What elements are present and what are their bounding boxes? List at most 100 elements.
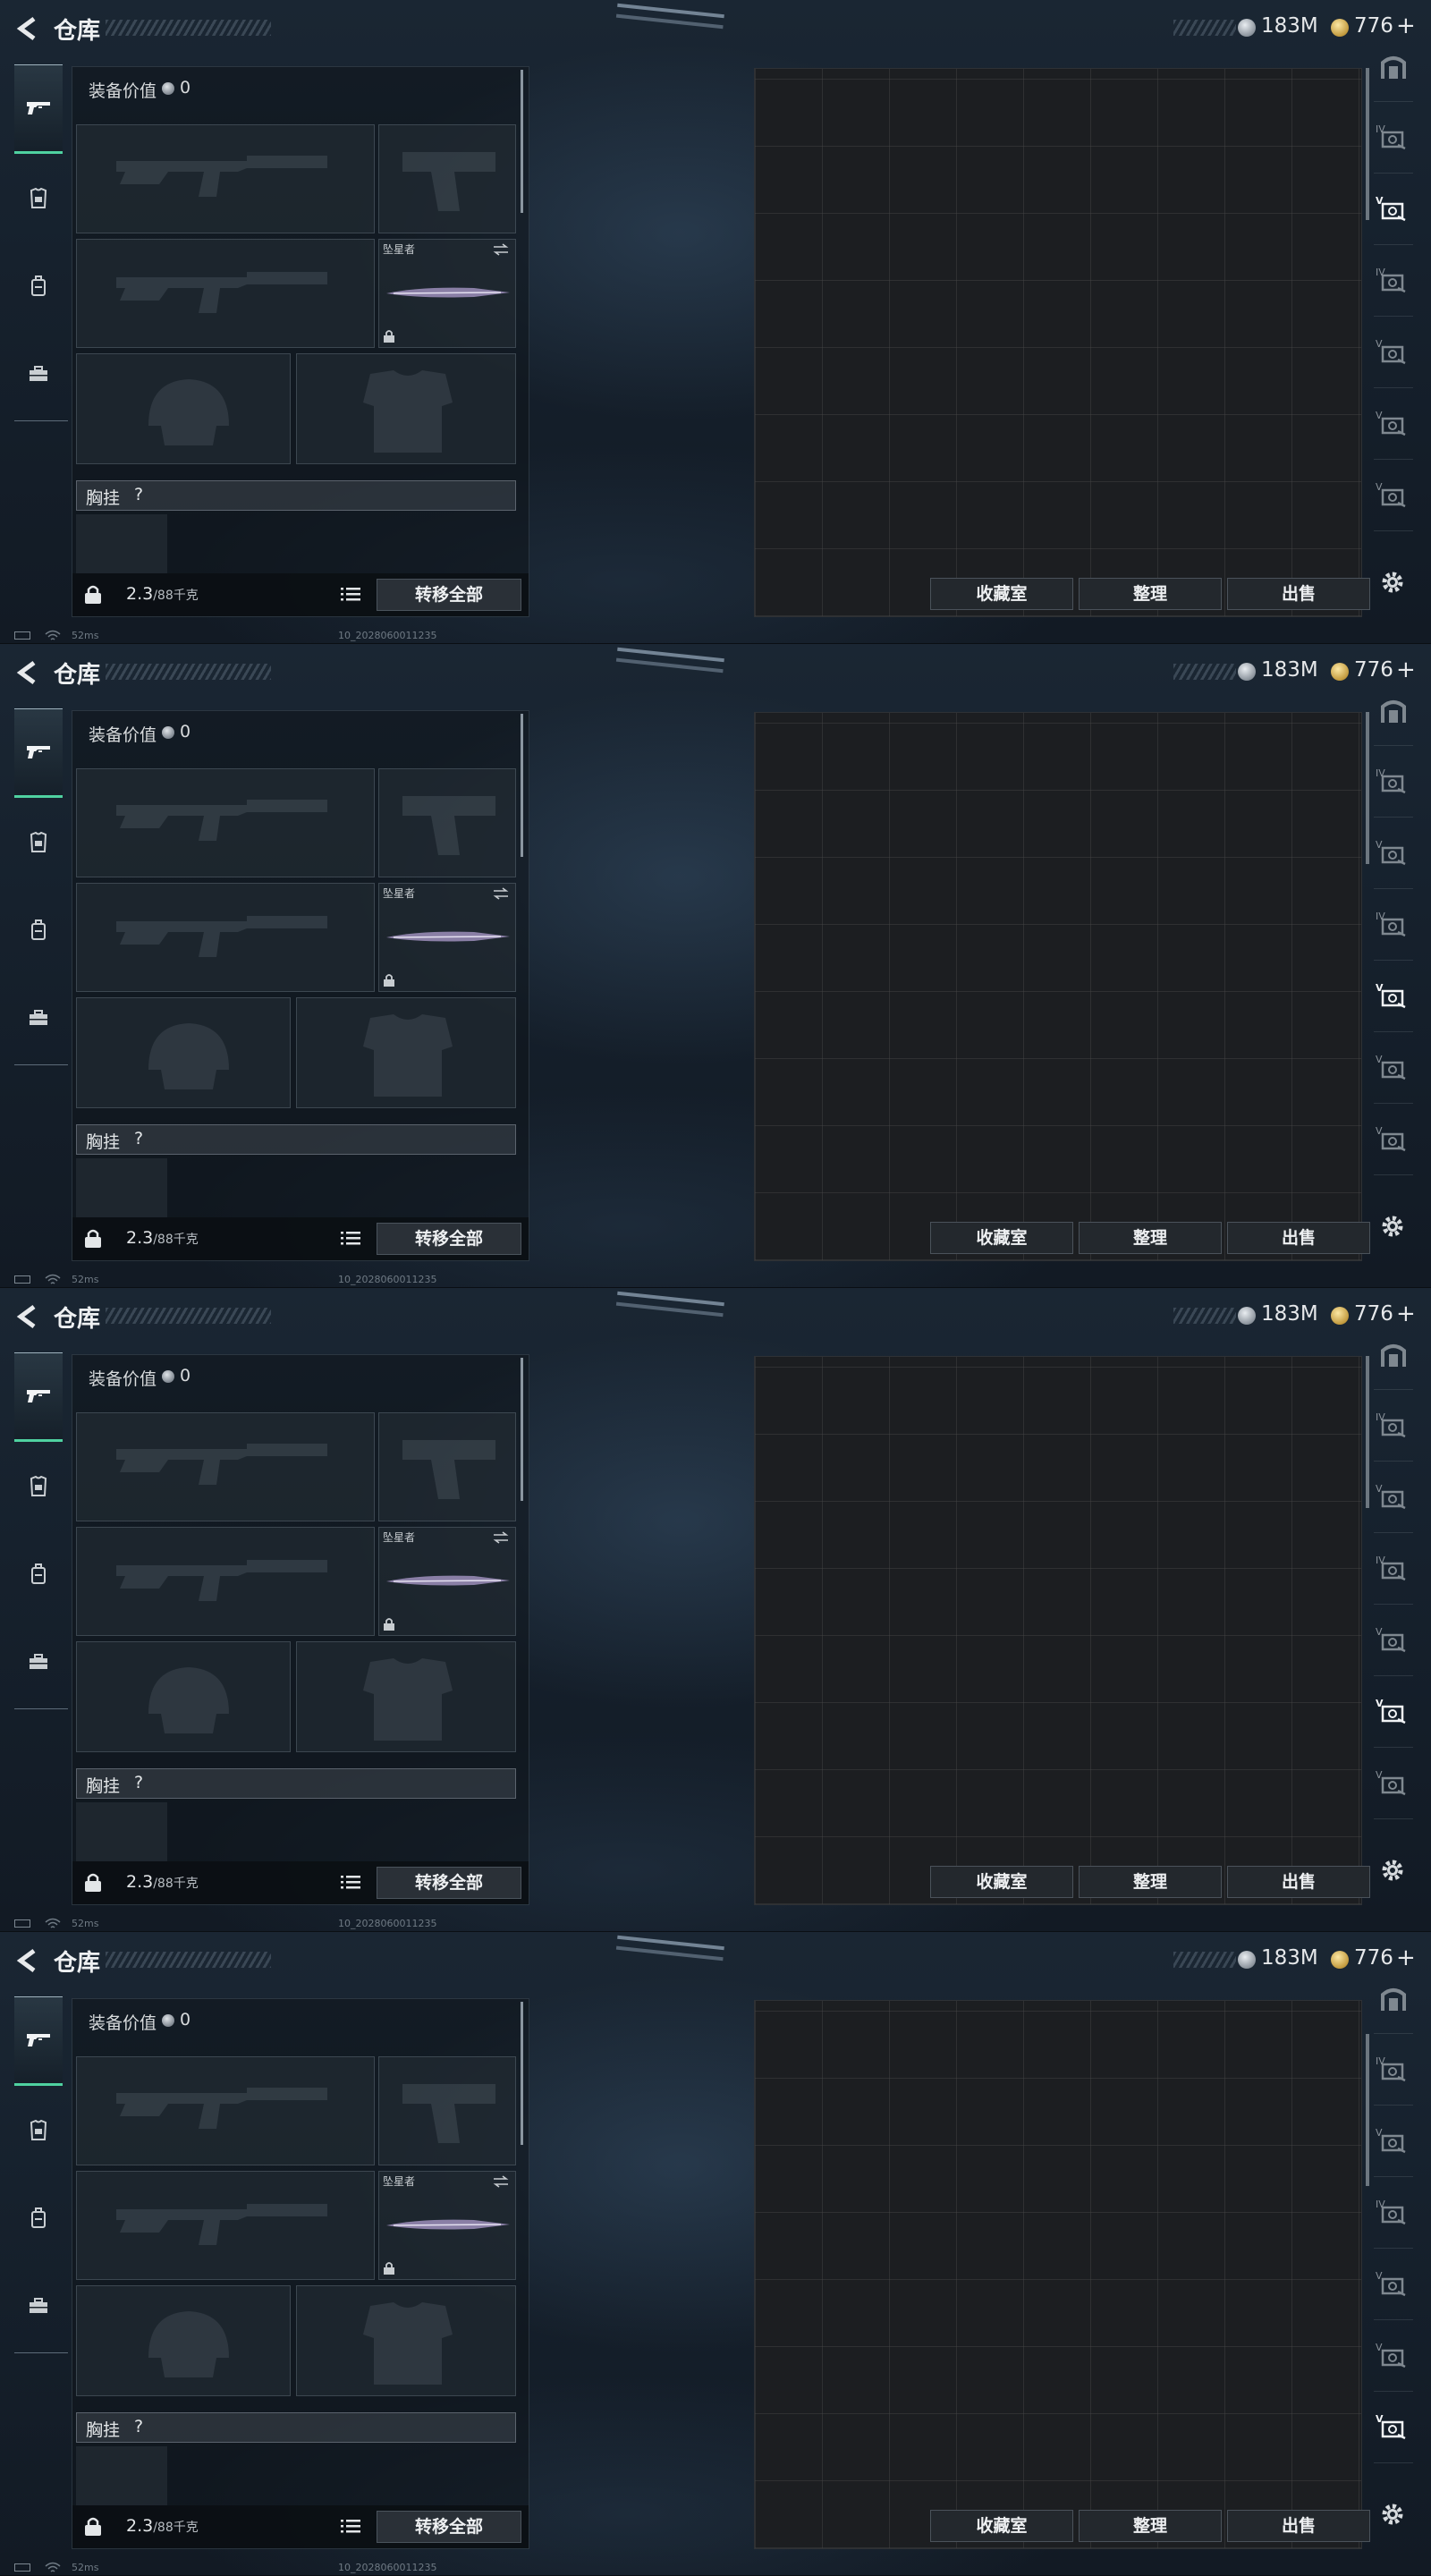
sidearm-slot[interactable] — [378, 124, 516, 233]
storage-tab-3[interactable]: V — [1374, 2107, 1413, 2177]
swap-icon[interactable] — [492, 243, 510, 256]
tab-backpack[interactable] — [14, 245, 63, 327]
sidearm-slot[interactable] — [378, 768, 516, 877]
storage-tab-4[interactable]: IV — [1374, 247, 1413, 317]
tab-weapons[interactable] — [14, 1352, 63, 1442]
list-icon[interactable] — [341, 2518, 360, 2534]
sort-button[interactable]: 整理 — [1079, 578, 1222, 610]
back-arrow-icon[interactable] — [16, 16, 38, 41]
gear-icon[interactable] — [1379, 569, 1406, 596]
help-icon[interactable]: ? — [134, 1129, 143, 1148]
tab-backpack[interactable] — [14, 889, 63, 971]
storage-tab-6[interactable]: V — [1374, 1034, 1413, 1104]
primary-weapon-slot[interactable] — [76, 2056, 375, 2165]
tab-case[interactable] — [14, 333, 63, 415]
tab-armor[interactable] — [14, 801, 63, 884]
tab-backpack[interactable] — [14, 2177, 63, 2259]
warehouse-grid[interactable] — [754, 68, 1362, 617]
secondary-weapon-slot[interactable] — [76, 239, 375, 348]
sort-button[interactable]: 整理 — [1079, 1866, 1222, 1898]
chest-rig-header[interactable]: 胸挂 ? — [76, 2412, 516, 2443]
equipment-scrollbar[interactable] — [521, 1358, 523, 1501]
storage-tab-1[interactable] — [1374, 1964, 1413, 2034]
transfer-all-button[interactable]: 转移全部 — [377, 2511, 521, 2543]
tab-case[interactable] — [14, 2265, 63, 2347]
help-icon[interactable]: ? — [134, 1773, 143, 1792]
melee-slot[interactable]: 坠星者 — [378, 2171, 516, 2280]
storage-tab-1[interactable] — [1374, 32, 1413, 102]
chest-rig-slot[interactable] — [76, 2446, 167, 2505]
swap-icon[interactable] — [492, 1531, 510, 1544]
sell-button[interactable]: 出售 — [1227, 578, 1370, 610]
warehouse-scrollbar[interactable] — [1366, 68, 1369, 605]
chest-rig-header[interactable]: 胸挂 ? — [76, 480, 516, 511]
secondary-weapon-slot[interactable] — [76, 883, 375, 992]
helmet-slot[interactable] — [76, 1641, 291, 1752]
tab-weapons[interactable] — [14, 708, 63, 798]
tab-armor[interactable] — [14, 157, 63, 240]
back-arrow-icon[interactable] — [16, 660, 38, 685]
list-icon[interactable] — [341, 1230, 360, 1246]
list-icon[interactable] — [341, 1874, 360, 1890]
transfer-all-button[interactable]: 转移全部 — [377, 579, 521, 611]
helmet-slot[interactable] — [76, 353, 291, 464]
primary-weapon-slot[interactable] — [76, 1412, 375, 1521]
storage-tab-3[interactable]: V — [1374, 819, 1413, 889]
storage-tab-1[interactable] — [1374, 676, 1413, 746]
chest-rig-header[interactable]: 胸挂 ? — [76, 1768, 516, 1799]
storage-tab-7[interactable]: V — [1374, 1106, 1413, 1175]
melee-slot[interactable]: 坠星者 — [378, 239, 516, 348]
gear-icon[interactable] — [1379, 2501, 1406, 2528]
melee-slot[interactable]: 坠星者 — [378, 1527, 516, 1636]
storage-tab-2[interactable]: IV — [1374, 1392, 1413, 1462]
equipment-scrollbar[interactable] — [521, 70, 523, 213]
swap-icon[interactable] — [492, 2175, 510, 2188]
storage-tab-5[interactable]: V — [1374, 1606, 1413, 1676]
warehouse-scrollbar[interactable] — [1366, 2000, 1369, 2537]
helmet-slot[interactable] — [76, 2285, 291, 2396]
sell-button[interactable]: 出售 — [1227, 2510, 1370, 2542]
sell-button[interactable]: 出售 — [1227, 1222, 1370, 1254]
help-icon[interactable]: ? — [134, 485, 143, 504]
equipment-scrollbar[interactable] — [521, 2002, 523, 2145]
tab-weapons[interactable] — [14, 1996, 63, 2086]
chest-rig-slot[interactable] — [76, 1158, 167, 1217]
sidearm-slot[interactable] — [378, 2056, 516, 2165]
warehouse-grid[interactable] — [754, 1356, 1362, 1905]
sort-button[interactable]: 整理 — [1079, 1222, 1222, 1254]
collection-room-button[interactable]: 收藏室 — [930, 1866, 1073, 1898]
warehouse-scrollbar[interactable] — [1366, 712, 1369, 1249]
tab-backpack[interactable] — [14, 1533, 63, 1615]
list-icon[interactable] — [341, 586, 360, 602]
tab-case[interactable] — [14, 1621, 63, 1703]
back-arrow-icon[interactable] — [16, 1304, 38, 1329]
storage-tab-5[interactable]: V — [1374, 2250, 1413, 2320]
equipment-scrollbar[interactable] — [521, 714, 523, 857]
storage-tab-6[interactable]: V — [1374, 2322, 1413, 2392]
storage-tab-7[interactable]: V — [1374, 1750, 1413, 1819]
chest-rig-slot[interactable] — [76, 514, 167, 573]
primary-weapon-slot[interactable] — [76, 768, 375, 877]
back-arrow-icon[interactable] — [16, 1948, 38, 1973]
storage-tab-7[interactable]: V — [1374, 462, 1413, 531]
scroll-thumb[interactable] — [1366, 1356, 1369, 1508]
armor-slot[interactable] — [296, 997, 516, 1108]
warehouse-scrollbar[interactable] — [1366, 1356, 1369, 1893]
collection-room-button[interactable]: 收藏室 — [930, 578, 1073, 610]
tab-weapons[interactable] — [14, 64, 63, 154]
transfer-all-button[interactable]: 转移全部 — [377, 1223, 521, 1255]
collection-room-button[interactable]: 收藏室 — [930, 1222, 1073, 1254]
sell-button[interactable]: 出售 — [1227, 1866, 1370, 1898]
storage-tab-6[interactable]: V — [1374, 390, 1413, 460]
storage-tab-4[interactable]: IV — [1374, 891, 1413, 961]
scroll-thumb[interactable] — [1366, 2034, 1369, 2186]
secondary-weapon-slot[interactable] — [76, 1527, 375, 1636]
tab-case[interactable] — [14, 977, 63, 1059]
storage-tab-4[interactable]: IV — [1374, 2179, 1413, 2249]
storage-tab-3[interactable]: V — [1374, 1463, 1413, 1533]
gear-icon[interactable] — [1379, 1857, 1406, 1884]
armor-slot[interactable] — [296, 2285, 516, 2396]
melee-slot[interactable]: 坠星者 — [378, 883, 516, 992]
sort-button[interactable]: 整理 — [1079, 2510, 1222, 2542]
storage-tab-6[interactable]: V — [1374, 1678, 1413, 1748]
